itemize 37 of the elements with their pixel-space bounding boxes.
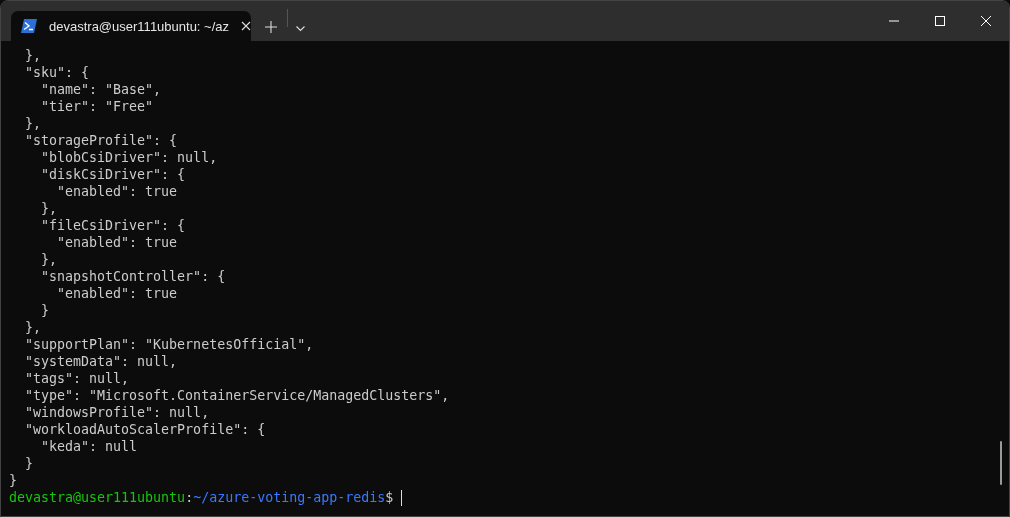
output-line: "enabled": true (56, 183, 179, 200)
output-line: "sku": { (24, 64, 91, 81)
output-line: } (40, 302, 51, 319)
terminal-icon (21, 19, 37, 33)
output-line: "blobCsiDriver": null, (40, 149, 219, 166)
output-line: } (9, 472, 18, 489)
text-cursor (401, 490, 403, 506)
output-line: "supportPlan": "KubernetesOfficial", (24, 336, 315, 353)
output-line: "tier": "Free" (40, 98, 155, 115)
output-line: }, (40, 200, 59, 217)
output-line: "fileCsiDriver": { (40, 217, 187, 234)
output-line: }, (24, 47, 43, 64)
output-line: "tags": null, (24, 370, 131, 387)
close-tab-icon[interactable] (241, 21, 252, 31)
output-line: }, (24, 319, 43, 336)
output-line: "type": "Microsoft.ContainerService/ManagedClusters", (24, 387, 450, 404)
close-icon[interactable] (981, 16, 991, 26)
output-line: }, (24, 115, 43, 132)
prompt-line: devastra@user111ubuntu:~/azure-voting-app-redis$ (9, 490, 395, 505)
output-line: "workloadAutoScalerProfile": { (24, 421, 267, 438)
output-line: "diskCsiDriver": { (40, 166, 187, 183)
output-line: "storageProfile": { (24, 132, 179, 149)
output-line: "systemData": null, (24, 353, 179, 370)
output-line: "name": "Base", (40, 81, 163, 98)
maximize-icon[interactable] (935, 16, 945, 26)
output-line: }, (40, 251, 59, 268)
output-line: "snapshotController": { (40, 268, 227, 285)
scrollbar-thumb[interactable] (1000, 441, 1002, 485)
output-line: "enabled": true (56, 285, 179, 302)
output-line: "windowsProfile": null, (24, 404, 211, 421)
output-line: "enabled": true (56, 234, 179, 251)
new-tab-icon[interactable] (265, 21, 277, 33)
output-line: "keda": null (40, 438, 139, 455)
output-line: } (24, 455, 35, 472)
dropdown-icon[interactable] (296, 26, 305, 32)
terminal-tab[interactable]: devastra@user111ubuntu: ~/az (11, 11, 251, 41)
tab-title: devastra@user111ubuntu: ~/az (49, 18, 230, 34)
